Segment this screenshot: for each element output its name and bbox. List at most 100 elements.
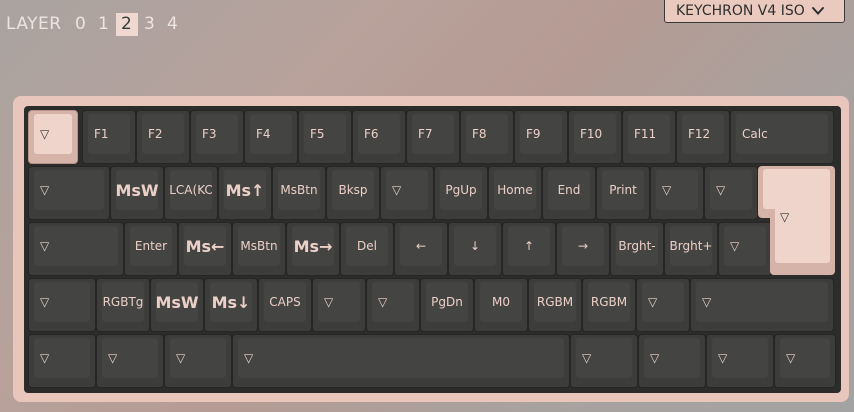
key[interactable]: ▽ [312, 278, 366, 332]
key[interactable]: ▽ [650, 166, 704, 220]
key-label: ▽ [34, 170, 104, 210]
key-label: ▽ [34, 114, 72, 154]
key[interactable]: ↓ [448, 222, 502, 276]
key[interactable]: F11 [622, 110, 676, 164]
key-label: ▽ [34, 282, 90, 322]
key[interactable]: F5 [298, 110, 352, 164]
key[interactable]: PgUp [434, 166, 488, 220]
key[interactable]: CAPS [258, 278, 312, 332]
key[interactable]: ▽ [704, 166, 758, 220]
key[interactable]: M0 [474, 278, 528, 332]
layer-4-button[interactable]: 4 [162, 13, 184, 36]
key[interactable]: F1 [82, 110, 136, 164]
key[interactable]: ▽ [636, 278, 690, 332]
key[interactable]: LCA(KC [164, 166, 218, 220]
key-label: → [562, 226, 604, 266]
key-label: ▽ [780, 210, 790, 224]
key-label: ▽ [318, 282, 360, 322]
key[interactable]: F6 [352, 110, 406, 164]
key-label: ↑ [508, 226, 550, 266]
key[interactable]: MsBtn [232, 222, 286, 276]
key[interactable]: ▽ [28, 166, 110, 220]
key[interactable]: MsBtn [272, 166, 326, 220]
layer-0-button[interactable]: 0 [70, 13, 92, 36]
key[interactable]: Bksp [326, 166, 380, 220]
key[interactable]: F10 [568, 110, 622, 164]
key[interactable]: RGBM [528, 278, 582, 332]
layer-2-button[interactable]: 2 [115, 12, 138, 36]
key-label: ↓ [454, 226, 496, 266]
key[interactable]: F2 [136, 110, 190, 164]
key-label: M0 [480, 282, 522, 322]
key[interactable]: F3 [190, 110, 244, 164]
key[interactable]: Ms↑ [218, 166, 272, 220]
key[interactable]: ▽ [28, 334, 96, 388]
key[interactable]: ↑ [502, 222, 556, 276]
key-label: ▽ [712, 338, 768, 378]
key-label: ▽ [170, 338, 226, 378]
key[interactable]: ▽ [706, 334, 774, 388]
key-label: ▽ [780, 338, 830, 378]
key[interactable]: RGBTg [96, 278, 150, 332]
key[interactable]: ▽ [28, 278, 96, 332]
key[interactable]: Brght+ [664, 222, 718, 276]
key[interactable]: F7 [406, 110, 460, 164]
key[interactable]: MsW [150, 278, 204, 332]
key[interactable]: ▽ [570, 334, 638, 388]
keyboard-select-value: KEYCHRON V4 ISO [676, 2, 805, 19]
key-label: ▽ [34, 226, 118, 266]
key[interactable]: ▽ [96, 334, 164, 388]
key[interactable]: ▽ [232, 334, 570, 388]
key-iso-enter[interactable]: ▽ [758, 166, 835, 275]
key[interactable]: F12 [676, 110, 730, 164]
key[interactable]: F4 [244, 110, 298, 164]
key[interactable]: Home [488, 166, 542, 220]
key-label: RGBTg [102, 282, 144, 322]
key[interactable]: Ms← [178, 222, 232, 276]
key-label: F12 [682, 114, 724, 154]
chevron-down-icon [811, 6, 824, 15]
key[interactable]: ▽ [380, 166, 434, 220]
key[interactable]: F8 [460, 110, 514, 164]
key-label: ▽ [576, 338, 632, 378]
key-label: ▽ [372, 282, 414, 322]
key[interactable]: End [542, 166, 596, 220]
key-label: F8 [466, 114, 508, 154]
key-label: ▽ [238, 338, 564, 378]
key[interactable]: Ms↓ [204, 278, 258, 332]
key[interactable]: ▽ [164, 334, 232, 388]
key-label: RGBM [534, 282, 576, 322]
key-label: F2 [142, 114, 184, 154]
key[interactable]: ▽ [638, 334, 706, 388]
key[interactable]: ▽ [774, 334, 836, 388]
key[interactable]: → [556, 222, 610, 276]
key[interactable]: F9 [514, 110, 568, 164]
key-label: F11 [628, 114, 670, 154]
key[interactable]: Print [596, 166, 650, 220]
key-label: Ms→ [292, 226, 334, 266]
key[interactable]: Enter [124, 222, 178, 276]
key[interactable]: MsW [110, 166, 164, 220]
key[interactable]: Ms→ [286, 222, 340, 276]
key-label: ▽ [656, 170, 698, 210]
key[interactable]: Calc [730, 110, 834, 164]
key-label: Enter [130, 226, 172, 266]
layer-1-button[interactable]: 1 [93, 13, 115, 36]
key-label: F1 [88, 114, 130, 154]
key[interactable]: ▽ [28, 222, 124, 276]
key[interactable]: PgDn [420, 278, 474, 332]
layer-label: LAYER [6, 14, 62, 34]
key-label: MsW [156, 282, 198, 322]
key[interactable]: ▽ [690, 278, 834, 332]
key[interactable]: Brght- [610, 222, 664, 276]
key[interactable]: ▽ [366, 278, 420, 332]
key[interactable]: ▽ [28, 110, 78, 164]
keyboard-select[interactable]: KEYCHRON V4 ISO [664, 0, 845, 23]
key-label: Calc [736, 114, 828, 154]
layer-3-button[interactable]: 3 [139, 13, 161, 36]
key[interactable]: Del [340, 222, 394, 276]
key-label: MsBtn [278, 170, 320, 210]
key[interactable]: RGBM [582, 278, 636, 332]
key[interactable]: ← [394, 222, 448, 276]
key-label: ▽ [696, 282, 828, 322]
